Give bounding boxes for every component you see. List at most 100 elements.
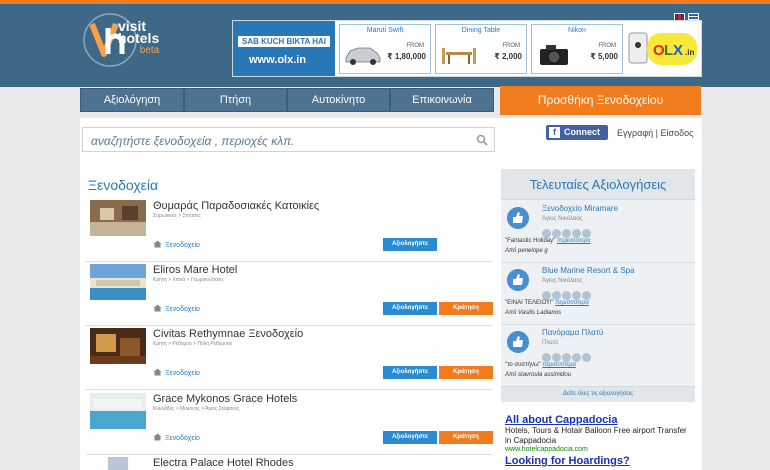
ad-url: www.olx.in — [249, 54, 307, 66]
search-icon[interactable] — [476, 134, 488, 146]
thumbs-up-icon — [507, 331, 529, 353]
rate-button[interactable]: Αξιολογήστε — [383, 431, 437, 444]
hotel-list-item[interactable]: Grace Mykonos Grace Hotels Κυκλάδες > Μύ… — [86, 393, 493, 455]
rate-button[interactable]: Αξιολογήστε — [383, 366, 437, 379]
text-ad[interactable]: Looking for Hoardings? — [505, 455, 630, 467]
hotel-list-item[interactable]: Θυμαράς Παραδοσιακές Κατοικίες Σαρωνικός… — [86, 200, 493, 262]
ad-product-table[interactable]: Dining Table FROM ₹ 2,000 — [435, 24, 527, 74]
ad-product-car[interactable]: Maruti Swift FROM ₹ 1,80,000 — [339, 24, 431, 74]
hotel-thumbnail[interactable] — [90, 457, 146, 470]
review-author: Από penelope g — [505, 248, 548, 254]
hotel-type: Ξενοδοχείο — [153, 240, 200, 249]
hotel-name[interactable]: Electra Palace Hotel Rhodes — [153, 457, 294, 469]
hotel-list-item[interactable]: Electra Palace Hotel Rhodes — [86, 457, 493, 470]
all-reviews-link[interactable]: Δείτε όλες τις αξιολογήσεις — [501, 387, 695, 402]
banner-ad[interactable]: SAB KUCH BIKTA HAI www.olx.in Maruti Swi… — [232, 20, 702, 77]
hotels-section-title: Ξενοδοχεία — [88, 177, 159, 193]
ad-product-name: Nikon — [568, 27, 586, 34]
hotel-list-item[interactable]: Eliros Mare Hotel Κρήτη > Χανιά > Γεωργι… — [86, 264, 493, 326]
text-ad-title[interactable]: Looking for Hoardings? — [505, 455, 630, 467]
thumbs-up-icon — [507, 207, 529, 229]
hotel-thumbnail[interactable] — [90, 264, 146, 300]
review-hotel-link[interactable]: Blue Marine Resort & Spa — [542, 266, 635, 275]
nav-item-cars[interactable]: Αυτοκίνητο — [287, 88, 390, 112]
thumbs-up-icon — [507, 269, 529, 291]
book-button[interactable]: Κράτηση — [439, 366, 493, 379]
dining-table-icon — [442, 48, 476, 64]
review-quote: "το συστήνω" περισσότερα — [505, 362, 576, 368]
hotel-type-label: Ξενοδοχείο — [165, 306, 200, 313]
search-box[interactable]: αναζητήστε ξενοδοχεία , περιοχές κλπ. — [82, 127, 495, 152]
hotel-thumbnail[interactable] — [90, 393, 146, 429]
review-author: Από Vasilis Ladianos — [505, 310, 562, 316]
ad-product-camera[interactable]: Nikon FROM ₹ 5,000 — [531, 24, 623, 74]
review-place: Άγιος Νικόλαος — [542, 278, 583, 284]
more-link[interactable]: περισσότερα — [542, 362, 576, 368]
nav-item-reviews[interactable]: Αξιολόγηση — [80, 88, 184, 112]
book-button[interactable]: Κράτηση — [439, 431, 493, 444]
more-link[interactable]: περισσότερα — [555, 300, 589, 306]
more-link[interactable]: περισσότερα — [557, 238, 591, 244]
latest-reviews-title: Τελευταίες Αξιολογήσεις — [501, 169, 695, 200]
logo-line-hotels: hotels — [118, 30, 160, 46]
hotel-location: Κυκλάδες > Μύκονος > Άγιος Στέφανος — [153, 406, 240, 412]
ad-product-price: ₹ 2,000 — [494, 52, 522, 61]
review-place: Άγιος Νικόλαος — [542, 216, 583, 222]
auth-links[interactable]: Εγγραφή | Είσοδος — [617, 128, 693, 138]
add-hotel-button[interactable]: Προσθήκη Ξενοδοχείου — [500, 86, 701, 115]
home-icon — [153, 240, 162, 248]
hotel-list-item[interactable]: Civitas Rethymnae Ξενοδοχείο Κρήτη > Ρέθ… — [86, 328, 493, 390]
hotel-type-label: Ξενοδοχείο — [165, 435, 200, 442]
search-input[interactable]: αναζητήστε ξενοδοχεία , περιοχές κλπ. — [91, 134, 295, 148]
book-button[interactable]: Κράτηση — [439, 302, 493, 315]
review-item: Blue Marine Resort & Spa Άγιος Νικόλαος … — [501, 263, 695, 325]
hotel-name[interactable]: Eliros Mare Hotel — [153, 264, 237, 276]
facebook-connect-label: Connect — [564, 127, 600, 137]
review-place: Πλατύ — [542, 340, 559, 346]
svg-text:X: X — [673, 42, 683, 59]
review-quote: "Fantastic Holiday" περισσότερα — [505, 238, 591, 244]
hotel-name[interactable]: Grace Mykonos Grace Hotels — [153, 393, 297, 405]
svg-text:.in: .in — [685, 48, 694, 57]
review-item: Ξενοδοχείο Miramare Άγιος Νικόλαος "Fant… — [501, 201, 695, 263]
hotel-location: Κρήτη > Ρέθυμνο > Πόλη Ρεθύμνου — [153, 341, 233, 347]
home-icon — [153, 368, 162, 376]
hotel-name[interactable]: Civitas Rethymnae Ξενοδοχείο — [153, 328, 303, 340]
hotel-thumbnail[interactable] — [90, 328, 146, 364]
ad-product-price: ₹ 1,80,000 — [387, 52, 426, 61]
hotel-type-label: Ξενοδοχείο — [165, 242, 200, 249]
nav-item-flights[interactable]: Πτήση — [184, 88, 287, 112]
hotel-name[interactable]: Θυμαράς Παραδοσιακές Κατοικίες — [153, 200, 319, 212]
review-quote-text: "ΕΙΝΑΙ ΤΕΛΕΙΟ!!!" — [505, 300, 554, 306]
review-hotel-link[interactable]: Ξενοδοχείο Miramare — [542, 204, 618, 213]
ad-product-from: FROM — [598, 43, 616, 49]
text-ad-title[interactable]: All about Cappadocia — [505, 414, 695, 426]
rate-button[interactable]: Αξιολογήστε — [383, 238, 437, 251]
car-icon — [345, 47, 381, 65]
review-hotel-link[interactable]: Πανόραμα Πλατύ — [542, 328, 603, 337]
home-icon — [153, 304, 162, 312]
ad-slogan: SAB KUCH BIKTA HAI — [238, 36, 330, 47]
ad-product-from: FROM — [406, 43, 424, 49]
logo-text: visit hotels beta — [118, 19, 160, 57]
camera-icon — [540, 45, 568, 65]
logo-beta: beta — [139, 45, 160, 56]
review-item: Πανόραμα Πλατύ Πλατύ "το συστήνω" περισσ… — [501, 325, 695, 387]
olx-logo-icon: O L X .in — [628, 32, 697, 65]
hotel-type: Ξενοδοχείο — [153, 433, 200, 442]
facebook-connect-button[interactable]: f Connect — [546, 125, 608, 140]
hotel-thumbnail[interactable] — [90, 200, 146, 236]
text-ad-description: Hotels, Tours & Hotair Balloon Free airp… — [505, 426, 687, 445]
nav-item-contact[interactable]: Επικοινωνία — [390, 88, 494, 112]
review-author: Από stavroula assimidou — [505, 372, 572, 378]
facebook-icon: f — [549, 127, 560, 138]
review-quote-text: "Fantastic Holiday" — [505, 238, 556, 244]
rate-button[interactable]: Αξιολογήστε — [383, 302, 437, 315]
header-accent-strip — [0, 0, 770, 4]
ad-product-from: FROM — [502, 43, 520, 49]
ad-product-price: ₹ 5,000 — [590, 52, 618, 61]
ad-product-name: Maruti Swift — [366, 27, 404, 34]
text-ad-url[interactable]: www.hotelcappadocia.com — [505, 446, 695, 453]
ad-brand-panel: SAB KUCH BIKTA HAI www.olx.in — [233, 21, 335, 76]
text-ad[interactable]: All about Cappadocia Hotels, Tours & Hot… — [505, 414, 695, 453]
